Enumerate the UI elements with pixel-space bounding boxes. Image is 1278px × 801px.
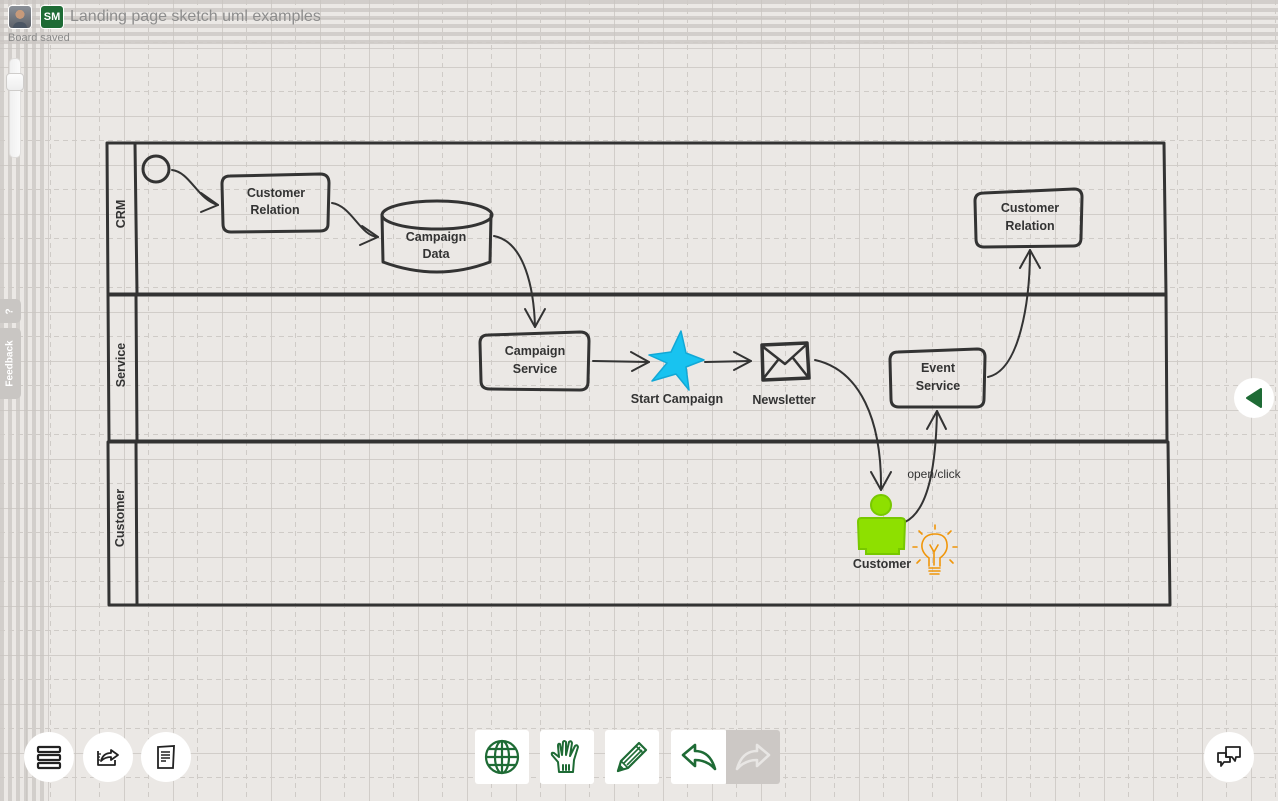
globe-icon [484,739,520,775]
swimlane-label-customer: Customer [113,489,127,547]
edge-newsletter-to-customer[interactable] [814,359,883,491]
star-icon[interactable] [648,330,705,391]
activity-event-service[interactable] [888,347,987,409]
export-icon [97,749,119,766]
pencil-icon [616,741,648,773]
hand-icon [550,740,579,773]
start-campaign-label: Start Campaign [631,392,723,406]
edge-campaign-data-to-campaign-service[interactable] [493,235,536,328]
campaign-data-label-line2: Data [422,247,450,261]
right-panel-toggle[interactable] [1234,378,1274,418]
customer-relation-2-label-line1: Customer [1001,201,1059,215]
edge-label-open-click: open/click [907,467,961,481]
edge-start-campaign-to-newsletter[interactable] [704,360,752,363]
customer-actor-label: Customer [853,557,911,571]
chat-bubbles-icon [1217,746,1241,767]
customer-relation-2-label-line2: Relation [1005,219,1054,233]
globe-tool-button[interactable] [475,730,529,784]
campaign-data-label-line1: Campaign [406,230,466,244]
lightbulb-icon [912,524,958,575]
activity-customer-relation-2[interactable] [973,187,1084,249]
envelope-icon[interactable] [760,341,811,382]
redo-button[interactable] [726,730,780,784]
event-service-label-line1: Event [921,361,956,375]
customer-relation-1-label-line1: Customer [247,186,305,200]
redo-icon [735,743,771,771]
start-node[interactable] [141,154,171,184]
triangle-left-icon [1246,388,1262,408]
pencil-tool-button[interactable] [605,730,659,784]
swimlane-customer[interactable] [106,440,1172,607]
uml-activity-diagram: CRM Service Customer Customer Relation C… [105,141,1172,607]
swimlane-label-service: Service [114,343,128,388]
arrowhead [200,192,219,213]
undo-icon [681,743,717,771]
document-icon [157,745,175,769]
event-service-label-line2: Service [916,379,961,393]
chat-button[interactable] [1204,732,1254,782]
campaign-service-label-line2: Service [513,362,558,376]
customer-relation-1-label-line2: Relation [250,203,299,217]
layers-menu-button[interactable] [24,732,74,782]
campaign-service-label-line1: Campaign [505,344,565,358]
undo-button[interactable] [671,730,727,784]
swimlane-label-crm: CRM [114,200,128,228]
activity-campaign-service[interactable] [478,330,591,392]
edge-event-service-to-customer-relation[interactable] [987,249,1031,378]
edge-campaign-service-to-start-campaign[interactable] [592,360,650,363]
notes-button[interactable] [141,732,191,782]
export-button[interactable] [83,732,133,782]
hand-tool-button[interactable] [540,730,594,784]
newsletter-label: Newsletter [752,393,815,407]
stack-icon [36,745,62,770]
person-icon[interactable] [856,494,907,555]
